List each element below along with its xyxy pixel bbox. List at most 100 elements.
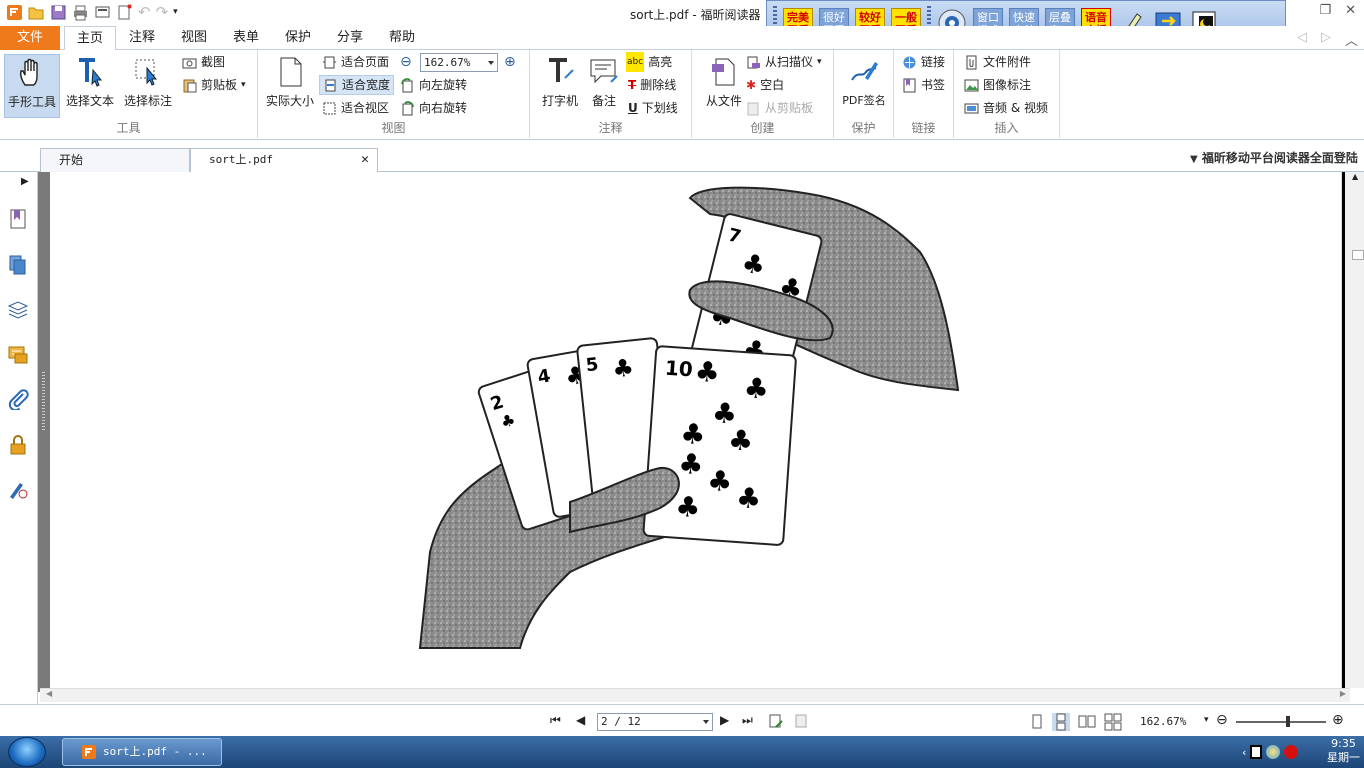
bookmark-label: 书签 [921,78,946,92]
fit-width-button[interactable]: 适合宽度 [319,75,395,95]
zoom-dropdown-icon[interactable]: ▾ [1204,715,1209,725]
tab-comment[interactable]: 注释 [120,26,164,50]
tray-stop-icon[interactable] [1284,745,1299,759]
scanner-dropdown-icon[interactable]: ▾ [817,52,822,72]
tab-view[interactable]: 视图 [172,26,216,50]
file-menu[interactable]: 文件 [0,26,60,50]
print-icon[interactable] [72,4,89,21]
single-page-icon[interactable] [1028,713,1046,731]
scroll-up-icon[interactable]: ▲ [1352,172,1358,181]
collapse-ribbon-icon[interactable]: ︿ [1345,30,1358,49]
fit-page-button[interactable]: 适合页面 [322,52,389,72]
scanner-icon [747,56,760,68]
image-annotation-button[interactable]: 图像标注 [964,75,1031,95]
blank-page-button[interactable]: ✱ 空白 [746,75,784,95]
vertical-scrollbar[interactable]: ▲ [1341,172,1364,688]
prev-page-icon[interactable]: ◀ [576,713,594,731]
tab-help[interactable]: 帮助 [380,26,424,50]
rotate-right-button[interactable]: 向右旋转 [400,98,467,118]
continuous-facing-icon[interactable] [1104,713,1122,731]
scroll-thumb[interactable] [1352,250,1364,260]
next-page-icon[interactable]: ▶ [720,713,738,731]
actual-size-button[interactable]: 实际大小 [262,54,318,118]
file-attachment-button[interactable]: 文件附件 [964,52,1031,72]
undo-icon[interactable]: ↶ [138,3,151,21]
zoom-in-icon[interactable]: ⊕ [504,54,516,70]
zoom-out-icon[interactable]: ⊖ [400,54,412,70]
tab-form[interactable]: 表单 [224,26,268,50]
rotate-left-button[interactable]: 向左旋转 [400,75,467,95]
tray-film-icon[interactable] [1250,745,1263,759]
layers-icon[interactable] [7,298,29,320]
zoom-status-value[interactable]: 162.67% [1140,715,1186,728]
clipboard-button[interactable]: 剪贴板 ▾ [182,75,246,95]
attachments-icon[interactable] [7,388,29,410]
scroll-right-icon[interactable]: ▶ [1340,689,1346,698]
promo-dropdown-icon[interactable]: ▼ [1190,154,1198,165]
pdf-sign-button[interactable]: PDF签名 [836,54,892,118]
audio-video-button[interactable]: 音频 & 视频 [964,98,1048,118]
open-folder-icon[interactable] [28,4,45,21]
continuous-page-icon[interactable] [1052,713,1070,731]
zoom-slider-knob[interactable] [1286,716,1290,727]
pages-icon[interactable] [7,254,29,276]
rotate-right-label: 向右旋转 [419,101,468,115]
highlight-button[interactable]: abc 高亮 [626,52,672,72]
taskbar-app-button[interactable]: sort上.pdf - ... [62,738,222,766]
previous-view-icon[interactable] [768,713,786,731]
promo-banner[interactable]: ▼ 福昕移动平台阅读器全面登陆 [1190,149,1358,166]
customize-dropdown-icon[interactable]: ▾ [173,7,178,17]
tray-network-icon[interactable] [1266,745,1281,759]
scroll-left-icon[interactable]: ◀ [46,689,52,698]
first-page-icon[interactable]: ⏮ [550,713,568,731]
zoom-combobox[interactable]: 162.67% [420,53,498,72]
from-file-button[interactable]: 从文件 [696,54,752,118]
zoom-in-status-icon[interactable]: ⊕ [1332,712,1344,728]
clipboard-dropdown-icon[interactable]: ▾ [241,75,246,95]
security-icon[interactable] [7,434,29,456]
tab-document[interactable]: sort上.pdf ✕ [190,148,378,173]
horizontal-scrollbar[interactable]: ◀ ▶ [40,688,1350,702]
bookmark-button[interactable]: 书签 [902,75,945,95]
nav-back-icon[interactable]: ◁ [1297,30,1307,49]
last-page-icon[interactable]: ⏭ [742,713,760,731]
clock[interactable]: 9:35 星期一 [1327,737,1360,765]
select-annotation-button[interactable]: 选择标注 [120,54,176,118]
from-scanner-button[interactable]: 从扫描仪 ▾ [746,52,822,72]
nav-forward-icon[interactable]: ▷ [1321,30,1331,49]
facing-page-icon[interactable] [1078,713,1096,731]
page-number-input[interactable]: 2 / 12 [597,713,713,731]
close-tab-icon[interactable]: ✕ [361,149,369,171]
link-button[interactable]: 链接 [902,52,945,72]
zoom-out-status-icon[interactable]: ⊖ [1216,712,1228,728]
tab-protect[interactable]: 保护 [276,26,320,50]
start-button[interactable] [8,737,46,767]
strikeout-button[interactable]: T 删除线 [628,75,676,95]
panel-splitter[interactable] [38,172,50,692]
select-text-button[interactable]: 选择文本 [62,54,118,118]
screen-icon[interactable] [94,4,111,21]
hand-tool-button[interactable]: 手形工具 [4,54,60,118]
save-icon[interactable] [50,4,67,21]
close-icon[interactable]: ✕ [1345,3,1356,18]
screenshot-button[interactable]: 截图 [182,52,225,72]
comments-icon[interactable] [7,344,29,366]
create-group: 从文件 从扫描仪 ▾ ✱ 空白 从剪贴板 创建 [692,50,834,138]
zoom-slider[interactable] [1236,716,1326,727]
tray-expand-icon[interactable]: ‹ [1242,746,1246,759]
bookmarks-icon[interactable] [7,208,29,230]
document-viewport[interactable]: 2 ♣ 4 ♣ 5 ♣ 7 ♣ ♣ ♣ ♣ 10 ♣ ♣ ♣ ♣ ♣ ♣ ♣ ♣… [50,172,1341,688]
next-view-icon[interactable] [794,713,812,731]
underline-button[interactable]: U 下划线 [628,98,678,118]
note-button[interactable]: 备注 [576,54,632,118]
fit-visible-button[interactable]: 适合视区 [322,98,389,118]
tab-home[interactable]: 主页 [64,26,116,51]
restore-icon[interactable]: ❐ [1319,3,1331,18]
redo-icon[interactable]: ↷ [156,3,169,21]
new-icon[interactable] [116,3,133,21]
signatures-icon[interactable] [7,478,29,500]
tab-share[interactable]: 分享 [328,26,372,50]
tab-start[interactable]: 开始 [40,148,190,172]
expand-panel-icon[interactable]: ▶ [21,176,29,187]
from-clipboard-button[interactable]: 从剪贴板 [746,98,813,118]
